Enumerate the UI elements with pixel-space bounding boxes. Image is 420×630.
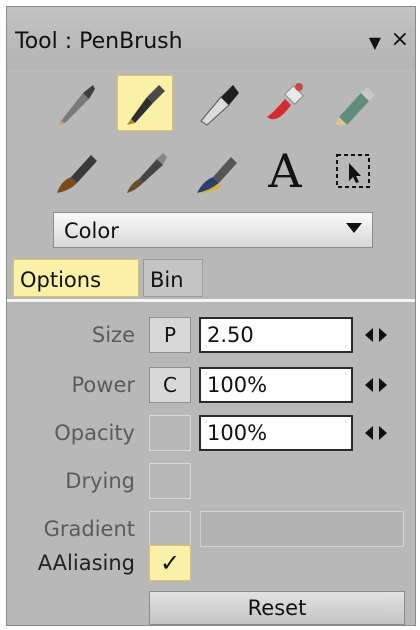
checkmark-icon: ✓ <box>159 549 181 577</box>
close-icon[interactable]: × <box>391 27 409 52</box>
marker-icon <box>200 85 239 126</box>
color-mode-value: Color <box>64 219 119 243</box>
drying-label: Drying <box>65 469 135 493</box>
size-label: Size <box>91 323 135 347</box>
power-label: Power <box>71 373 136 397</box>
round-brush-icon <box>127 153 167 193</box>
tab-options[interactable]: Options <box>13 259 139 297</box>
size-spin-arrows-icon[interactable] <box>363 325 389 345</box>
select-tool[interactable] <box>325 143 381 199</box>
power-spin-arrows-icon[interactable] <box>363 375 389 395</box>
blend-brush-tool[interactable] <box>189 143 245 199</box>
power-field[interactable]: 100% <box>199 367 353 403</box>
pencil-icon <box>335 87 375 125</box>
opacity-mode-button[interactable] <box>149 415 191 451</box>
panel-title: Tool : PenBrush <box>15 29 183 54</box>
tab-bin[interactable]: Bin <box>143 259 203 297</box>
panel-titlebar[interactable]: Tool : PenBrush ▼ × <box>7 7 415 69</box>
tab-divider <box>7 299 415 302</box>
opacity-spin-arrows-icon[interactable] <box>363 423 389 443</box>
panel-menu-icon[interactable]: ▼ <box>369 33 381 52</box>
paint-tube-tool[interactable] <box>257 75 313 131</box>
opacity-label: Opacity <box>54 421 135 445</box>
power-mode-button[interactable]: C <box>149 367 191 403</box>
text-tool[interactable]: A <box>257 143 313 199</box>
pen-nib-icon <box>59 85 95 125</box>
gradient-label: Gradient <box>43 517 135 541</box>
text-icon: A <box>268 144 302 198</box>
marker-tool[interactable] <box>189 75 245 131</box>
pencil-tool[interactable] <box>325 75 381 131</box>
size-field[interactable]: 2.50 <box>199 317 353 353</box>
drying-mode-button[interactable] <box>149 463 191 499</box>
pen-brush-tool[interactable] <box>117 75 173 131</box>
gradient-field <box>200 511 404 547</box>
size-mode-button[interactable]: P <box>149 317 191 353</box>
aaliasing-checkbox[interactable]: ✓ <box>149 545 191 581</box>
flat-brush-tool[interactable] <box>49 143 105 199</box>
gradient-mode-button[interactable] <box>149 511 191 547</box>
pen-nib-tool[interactable] <box>49 75 105 131</box>
flat-brush-icon <box>57 155 97 193</box>
blend-brush-icon <box>197 157 237 193</box>
reset-button[interactable]: Reset <box>149 591 405 625</box>
select-icon <box>336 154 370 188</box>
chevron-down-icon <box>346 223 362 233</box>
paint-tube-icon <box>267 83 304 120</box>
round-brush-tool[interactable] <box>117 143 173 199</box>
opacity-field[interactable]: 100% <box>199 415 353 451</box>
tool-panel: Tool : PenBrush ▼ × A Color Options Bin … <box>6 6 416 626</box>
aaliasing-label: AAliasing <box>37 551 135 575</box>
pen-brush-icon <box>127 85 165 125</box>
color-mode-dropdown[interactable]: Color <box>53 212 373 248</box>
